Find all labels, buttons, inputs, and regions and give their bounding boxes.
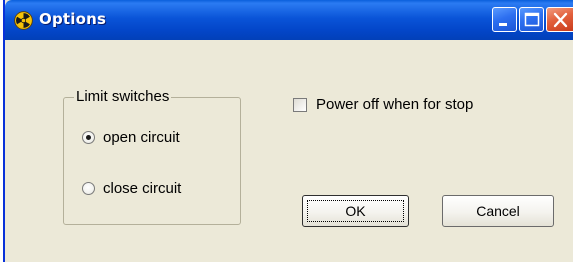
open-circuit-label[interactable]: open circuit <box>103 129 180 147</box>
close-circuit-label[interactable]: close circuit <box>103 180 181 198</box>
ok-button[interactable]: OK <box>302 195 409 227</box>
limit-switches-group <box>63 97 241 225</box>
minimize-button[interactable] <box>492 7 517 32</box>
radio-selected-dot <box>86 135 91 140</box>
close-button[interactable] <box>546 7 573 32</box>
maximize-button[interactable] <box>519 7 544 32</box>
close-circuit-radio[interactable] <box>82 182 95 195</box>
cancel-button[interactable]: Cancel <box>442 195 554 227</box>
window-title: Options <box>39 10 107 28</box>
window-bottom-edge <box>5 252 573 262</box>
radiation-icon <box>14 11 33 30</box>
options-dialog: Options Limit switches open circuit clos… <box>3 0 573 262</box>
power-off-checkbox[interactable] <box>293 98 307 112</box>
limit-switches-legend: Limit switches <box>74 88 172 106</box>
maximize-icon <box>524 12 540 27</box>
minimize-icon <box>499 23 507 26</box>
close-icon <box>553 12 568 28</box>
focus-rectangle <box>307 200 404 222</box>
open-circuit-radio[interactable] <box>82 131 95 144</box>
cancel-button-label: Cancel <box>476 203 520 219</box>
power-off-label[interactable]: Power off when for stop <box>316 96 473 114</box>
title-bar[interactable]: Options <box>5 0 573 40</box>
